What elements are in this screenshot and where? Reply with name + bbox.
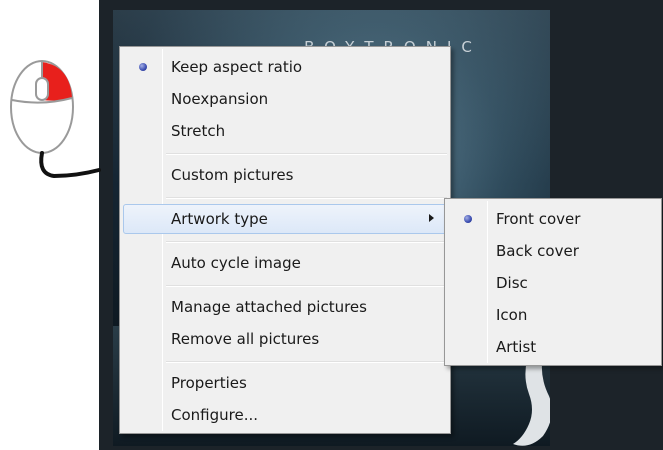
menu-item-keep-aspect-ratio[interactable]: Keep aspect ratio [123, 53, 447, 81]
menu-item-label: Custom pictures [171, 166, 294, 184]
radio-selected-icon [464, 215, 472, 223]
menu-item-custom-pictures[interactable]: Custom pictures [123, 161, 447, 189]
radio-selected-icon [139, 63, 147, 71]
menu-item-label: Back cover [496, 242, 579, 260]
menu-item-label: Remove all pictures [171, 330, 320, 348]
menu-item-stretch[interactable]: Stretch [123, 117, 447, 145]
menu-item-auto-cycle-image[interactable]: Auto cycle image [123, 249, 447, 277]
submenu-item-artist[interactable]: Artist [448, 333, 658, 361]
menu-item-label: Properties [171, 374, 247, 392]
menu-item-label: Front cover [496, 210, 581, 228]
menu-item-artwork-type[interactable]: Artwork type [123, 204, 447, 234]
menu-item-label: Artist [496, 338, 537, 356]
menu-separator [166, 285, 447, 287]
context-menu: Keep aspect ratio Noexpansion Stretch Cu… [119, 46, 451, 434]
menu-item-remove-all-pictures[interactable]: Remove all pictures [123, 325, 447, 353]
menu-item-label: Noexpansion [171, 90, 269, 108]
menu-item-label: Auto cycle image [171, 254, 301, 272]
menu-item-label: Manage attached pictures [171, 298, 367, 316]
menu-item-configure[interactable]: Configure... [123, 401, 447, 429]
submenu-item-back-cover[interactable]: Back cover [448, 237, 658, 265]
submenu-arrow-icon [429, 214, 434, 222]
menu-item-manage-attached-pictures[interactable]: Manage attached pictures [123, 293, 447, 321]
submenu-item-icon[interactable]: Icon [448, 301, 658, 329]
menu-separator [166, 153, 447, 155]
menu-separator [166, 361, 447, 363]
menu-separator [166, 197, 447, 199]
artwork-type-submenu: Front cover Back cover Disc Icon Artist [444, 198, 662, 366]
submenu-item-front-cover[interactable]: Front cover [448, 205, 658, 233]
menu-item-label: Disc [496, 274, 528, 292]
menu-item-label: Artwork type [171, 210, 268, 228]
menu-item-noexpansion[interactable]: Noexpansion [123, 85, 447, 113]
menu-item-label: Configure... [171, 406, 259, 424]
menu-item-label: Icon [496, 306, 528, 324]
menu-item-label: Keep aspect ratio [171, 58, 303, 76]
submenu-item-disc[interactable]: Disc [448, 269, 658, 297]
menu-item-label: Stretch [171, 122, 226, 140]
right-click-mouse-icon [10, 60, 101, 179]
menu-separator [166, 241, 447, 243]
menu-item-properties[interactable]: Properties [123, 369, 447, 397]
